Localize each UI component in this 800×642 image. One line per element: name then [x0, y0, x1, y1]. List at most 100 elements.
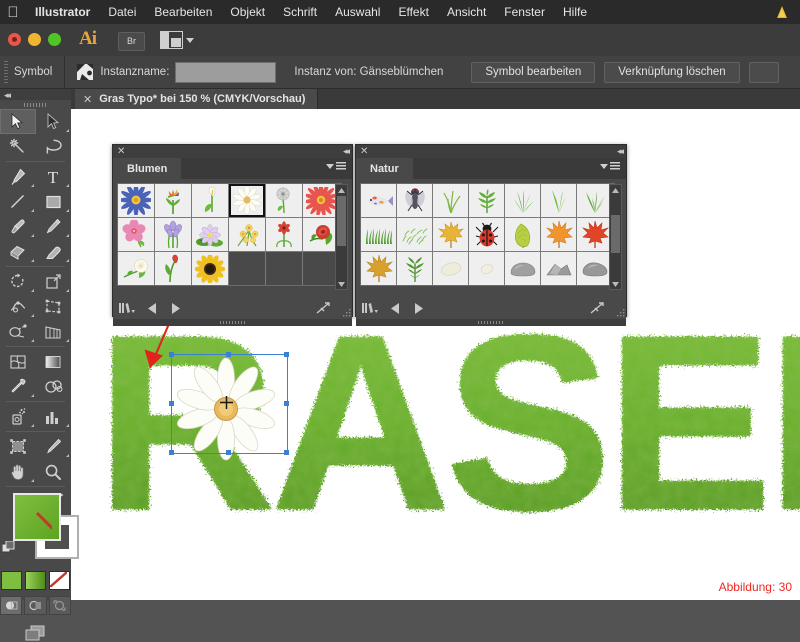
symbol-cell-grey-stone-1[interactable] [505, 252, 540, 285]
selection-handle-bc[interactable] [225, 449, 231, 455]
previous-symbol-icon[interactable] [391, 302, 401, 314]
eraser-tool[interactable] [36, 239, 72, 264]
selection-handle-br[interactable] [283, 449, 289, 455]
slice-tool[interactable] [36, 434, 72, 459]
collapse-panel-icon[interactable]: ◂◂ [343, 145, 350, 158]
previous-symbol-icon[interactable] [148, 302, 158, 314]
symbol-cell-grey-stone-3[interactable] [577, 252, 612, 285]
selection-handle-tl[interactable] [168, 351, 174, 357]
symbol-cell-white-rose[interactable] [118, 252, 154, 285]
symbol-cell-purple-iris[interactable] [155, 218, 191, 251]
break-link-button[interactable]: Verknüpfung löschen [604, 61, 740, 83]
symbol-cell-grey-stone-2[interactable] [541, 252, 576, 285]
menu-item-schrift[interactable]: Schrift [274, 0, 326, 24]
magic-wand-tool[interactable] [0, 134, 36, 159]
collapse-panel-icon[interactable]: ◂◂ [617, 145, 624, 158]
close-window-button[interactable] [8, 33, 21, 46]
panel-menu-button[interactable] [600, 162, 620, 170]
shape-blend-tool[interactable] [0, 319, 36, 344]
symbol-libraries-menu-icon[interactable] [119, 302, 136, 315]
edit-symbol-button[interactable]: Symbol bearbeiten [471, 61, 596, 83]
panel-resize-grip[interactable] [616, 309, 625, 318]
mesh-tool[interactable] [0, 349, 36, 374]
gradient-swatch-button[interactable] [25, 571, 46, 590]
menu-item-objekt[interactable]: Objekt [221, 0, 274, 24]
symbol-cell-water-lily[interactable] [192, 218, 228, 251]
bridge-button[interactable]: Br [118, 32, 145, 51]
direct-selection-tool[interactable] [36, 109, 72, 134]
scrollbar-thumb[interactable] [611, 215, 620, 253]
panel-bottom-grip[interactable] [356, 319, 626, 326]
apple-logo-icon[interactable]:  [0, 5, 26, 20]
menu-item-datei[interactable]: Datei [99, 0, 145, 24]
symbol-cell-red-rose[interactable] [303, 218, 339, 251]
menu-item-bearbeiten[interactable]: Bearbeiten [145, 0, 221, 24]
symbol-cell-yellow-maple-leaf[interactable] [433, 218, 468, 251]
screen-mode-button[interactable] [0, 625, 71, 642]
scrollbar-thumb[interactable] [337, 196, 346, 246]
symbol-grid-blumen[interactable] [117, 183, 342, 286]
warning-triangle-icon[interactable] [774, 4, 790, 20]
menu-item-effekt[interactable]: Effekt [389, 0, 437, 24]
symbol-libraries-menu-icon[interactable] [362, 302, 379, 315]
menu-item-hilfe[interactable]: Hilfe [554, 0, 596, 24]
instance-name-input[interactable] [175, 61, 277, 83]
symbol-grid-natur[interactable] [360, 183, 615, 286]
symbol-cell-red-gerbera-daisy[interactable] [303, 184, 339, 217]
next-symbol-icon[interactable] [413, 302, 423, 314]
symbol-cell-orange-maple-leaf[interactable] [541, 218, 576, 251]
tab-blumen[interactable]: Blumen [113, 158, 182, 179]
rotate-tool[interactable] [0, 269, 36, 294]
close-tab-icon[interactable]: ✕ [83, 93, 92, 106]
menu-item-ansicht[interactable]: Ansicht [438, 0, 495, 24]
panel-scrollbar-natur[interactable] [609, 184, 622, 290]
menu-item-auswahl[interactable]: Auswahl [326, 0, 389, 24]
selection-tool[interactable] [0, 109, 36, 134]
selection-handle-tr[interactable] [283, 351, 289, 357]
symbol-cell-golden-maple-leaf[interactable] [361, 252, 396, 285]
symbol-cell-grass-row[interactable] [361, 218, 396, 251]
overflow-button[interactable] [748, 61, 779, 83]
panel-menu-button[interactable] [326, 162, 346, 170]
symbol-cell-scattered-grass-specks[interactable] [397, 218, 432, 251]
symbol-cell-ladybug[interactable] [469, 218, 504, 251]
symbol-cell-white-calla-lily[interactable] [192, 184, 228, 217]
line-segment-tool[interactable] [0, 189, 36, 214]
minimize-window-button[interactable] [28, 33, 41, 46]
draw-behind-button[interactable] [24, 596, 47, 615]
close-icon[interactable]: ✕ [117, 145, 125, 158]
symbol-cell-green-leaf[interactable] [505, 218, 540, 251]
panel-bottom-grip[interactable] [113, 319, 352, 326]
free-transform-tool[interactable] [36, 294, 72, 319]
symbol-cell-white-pebble[interactable] [433, 252, 468, 285]
tools-panel-grip[interactable] [0, 100, 71, 109]
scroll-up-icon[interactable] [610, 185, 621, 195]
zoom-tool[interactable] [36, 459, 72, 484]
panel-title-bar[interactable]: ✕ ◂◂ [113, 145, 352, 158]
hand-tool[interactable] [0, 459, 36, 484]
scroll-up-icon[interactable] [336, 185, 347, 195]
symbols-panel-natur[interactable]: ✕ ◂◂ Natur [355, 144, 627, 326]
panel-title-bar[interactable]: ✕ ◂◂ [356, 145, 626, 158]
zoom-window-button[interactable] [48, 33, 61, 46]
symbol-cell-grass-tuft-1[interactable] [505, 184, 540, 217]
shape-builder-tool[interactable] [0, 239, 36, 264]
close-icon[interactable]: ✕ [360, 145, 368, 158]
symbols-panel-blumen[interactable]: ✕ ◂◂ Blumen [112, 144, 353, 326]
symbol-cell-green-fern-sprig[interactable] [469, 184, 504, 217]
pencil-tool[interactable] [36, 214, 72, 239]
control-bar-grip[interactable] [4, 61, 8, 83]
symbol-cell-grass-tuft-2[interactable] [541, 184, 576, 217]
scale-tool[interactable] [36, 269, 72, 294]
gradient-tool[interactable] [36, 349, 72, 374]
paintbrush-tool[interactable] [0, 214, 36, 239]
symbol-cell-bird-of-paradise-flower[interactable] [155, 184, 191, 217]
scroll-down-icon[interactable] [610, 279, 621, 289]
lasso-tool[interactable] [36, 134, 72, 159]
menu-item-illustrator[interactable]: Illustrator [26, 0, 99, 24]
tab-natur[interactable]: Natur [356, 158, 413, 179]
symbol-cell-yellow-orchid-spray[interactable] [229, 218, 265, 251]
draw-normal-button[interactable] [0, 596, 23, 615]
panel-scrollbar-blumen[interactable] [335, 184, 348, 290]
column-graph-tool[interactable] [36, 404, 72, 429]
